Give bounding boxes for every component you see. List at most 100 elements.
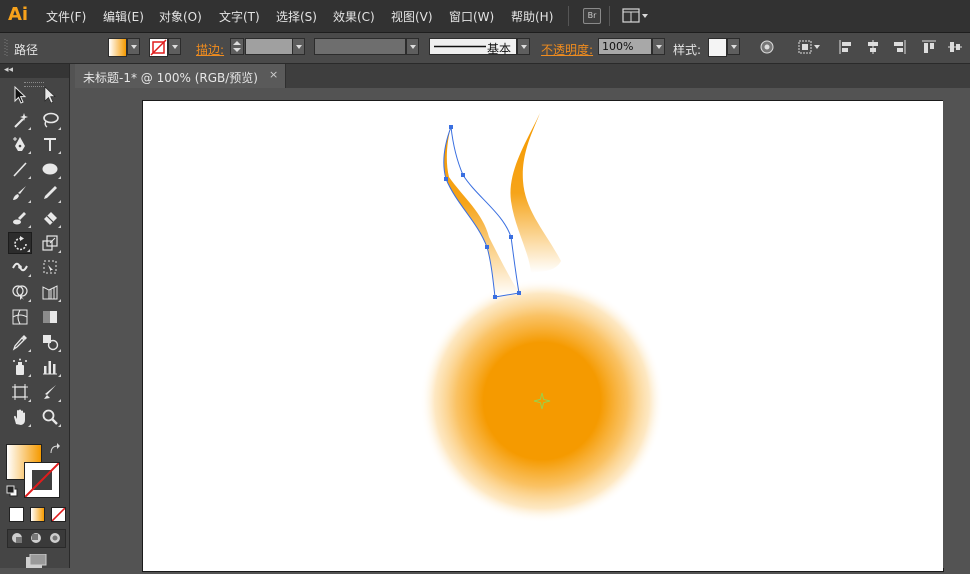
slice-tool[interactable] — [38, 381, 62, 403]
opacity-input[interactable]: 100% — [598, 38, 652, 55]
menu-window[interactable]: 窗口(W) — [449, 8, 494, 25]
flyout-indicator — [28, 349, 31, 352]
menu-effect[interactable]: 效果(C) — [333, 8, 375, 25]
draw-normal-icon[interactable] — [11, 532, 23, 544]
stroke-weight-input[interactable] — [245, 38, 293, 55]
selection-type-label: 路径 — [14, 43, 39, 57]
gradient-tool[interactable] — [38, 306, 62, 328]
scale-tool[interactable] — [38, 232, 62, 254]
opacity-label[interactable]: 不透明度: — [541, 41, 593, 58]
variable-width-dropdown[interactable] — [406, 38, 419, 55]
paintbrush-tool[interactable] — [8, 182, 32, 204]
blob-brush-tool[interactable] — [8, 207, 32, 229]
stroke-weight-dropdown[interactable] — [292, 38, 305, 55]
flame-shape-right[interactable] — [510, 113, 561, 273]
selected-path-outline — [443, 126, 520, 298]
anchor-point[interactable] — [517, 291, 521, 295]
mesh-tool[interactable] — [8, 306, 32, 328]
line-segment-tool[interactable] — [8, 158, 32, 180]
arrange-documents-icon — [622, 8, 648, 23]
graphic-style-swatch[interactable] — [708, 38, 727, 57]
glowing-sun-shape[interactable] — [420, 279, 664, 523]
free-transform-tool[interactable] — [38, 256, 62, 278]
fill-dropdown[interactable] — [127, 38, 140, 55]
menu-view[interactable]: 视图(V) — [391, 8, 433, 25]
artboard[interactable] — [142, 100, 944, 572]
lasso-tool[interactable] — [38, 109, 62, 131]
variable-width-profile[interactable] — [314, 38, 406, 55]
stroke-weight-label[interactable]: 描边: — [196, 41, 224, 58]
artboard-tool[interactable] — [8, 381, 32, 403]
pen-tool[interactable] — [8, 133, 32, 155]
perspective-grid-tool[interactable] — [38, 281, 62, 303]
pencil-tool[interactable] — [38, 182, 62, 204]
direct-selection-tool[interactable] — [38, 84, 62, 106]
flyout-indicator — [27, 249, 30, 252]
column-graph-icon — [43, 361, 57, 375]
bridge-button[interactable]: Br — [583, 8, 601, 24]
anchor-point[interactable] — [485, 245, 489, 249]
draw-behind-icon[interactable] — [30, 532, 42, 544]
stroke-swatch[interactable] — [149, 38, 168, 57]
gradient-mode-button[interactable] — [30, 507, 45, 522]
recolor-artwork-icon[interactable] — [760, 40, 774, 54]
anchor-point[interactable] — [444, 177, 448, 181]
anchor-point[interactable] — [449, 125, 453, 129]
stroke-color-box[interactable] — [24, 462, 60, 498]
align-vertical-center-icon[interactable] — [948, 40, 962, 54]
flyout-indicator — [28, 274, 31, 277]
menu-help[interactable]: 帮助(H) — [511, 8, 553, 25]
magic-wand-tool[interactable] — [8, 109, 32, 131]
pen-icon — [13, 137, 25, 151]
anchor-point[interactable] — [461, 173, 465, 177]
selection-tool[interactable] — [8, 84, 32, 106]
draw-inside-icon[interactable] — [49, 532, 61, 544]
collapse-panel-icon[interactable]: ◂◂ — [4, 65, 13, 75]
eraser-icon — [44, 212, 57, 225]
shape-builder-icon — [12, 285, 28, 300]
none-mode-button[interactable] — [51, 507, 66, 522]
menu-object[interactable]: 对象(O) — [159, 8, 202, 25]
document-tab[interactable]: 未标题-1* @ 100% (RGB/预览) × — [75, 64, 286, 88]
align-left-icon[interactable] — [839, 40, 853, 54]
align-right-icon[interactable] — [892, 40, 906, 54]
default-fill-stroke-icon[interactable] — [6, 485, 18, 497]
width-tool[interactable] — [8, 256, 32, 278]
swap-fill-stroke-icon[interactable] — [48, 443, 62, 457]
ellipse-tool[interactable] — [38, 158, 62, 180]
color-mode-button[interactable] — [9, 507, 24, 522]
fill-swatch[interactable] — [108, 38, 127, 57]
zoom-tool[interactable] — [38, 406, 62, 428]
menu-edit[interactable]: 编辑(E) — [103, 8, 144, 25]
perspective-grid-icon — [42, 285, 58, 300]
eyedropper-tool[interactable] — [8, 331, 32, 353]
rotate-tool[interactable] — [8, 232, 32, 254]
stroke-dropdown[interactable] — [168, 38, 181, 55]
opacity-dropdown[interactable] — [652, 38, 665, 55]
align-top-icon[interactable] — [922, 40, 936, 54]
stroke-weight-stepper[interactable] — [230, 38, 244, 55]
shape-builder-tool[interactable] — [8, 281, 32, 303]
panel-grip-icon[interactable] — [4, 39, 8, 57]
column-graph-tool[interactable] — [38, 356, 62, 378]
anchor-point[interactable] — [509, 235, 513, 239]
blend-tool[interactable] — [38, 331, 62, 353]
anchor-point[interactable] — [493, 295, 497, 299]
align-horizontal-center-icon[interactable] — [866, 40, 880, 54]
type-tool[interactable] — [38, 133, 62, 155]
brush-definition-dropdown[interactable] — [517, 38, 530, 55]
menu-type[interactable]: 文字(T) — [219, 8, 260, 25]
artboard-icon — [12, 384, 28, 400]
close-tab-icon[interactable]: × — [269, 68, 278, 81]
screen-mode-icon[interactable] — [25, 554, 47, 568]
brush-definition[interactable]: 基本 — [429, 38, 517, 56]
eraser-tool[interactable] — [38, 207, 62, 229]
symbol-sprayer-tool[interactable] — [8, 356, 32, 378]
arrange-documents-button[interactable] — [622, 7, 650, 25]
align-to-icon[interactable] — [798, 40, 822, 54]
pencil-icon — [44, 186, 57, 199]
graphic-style-dropdown[interactable] — [727, 38, 740, 55]
menu-file[interactable]: 文件(F) — [46, 8, 86, 25]
menu-select[interactable]: 选择(S) — [276, 8, 317, 25]
hand-tool[interactable] — [8, 406, 32, 428]
